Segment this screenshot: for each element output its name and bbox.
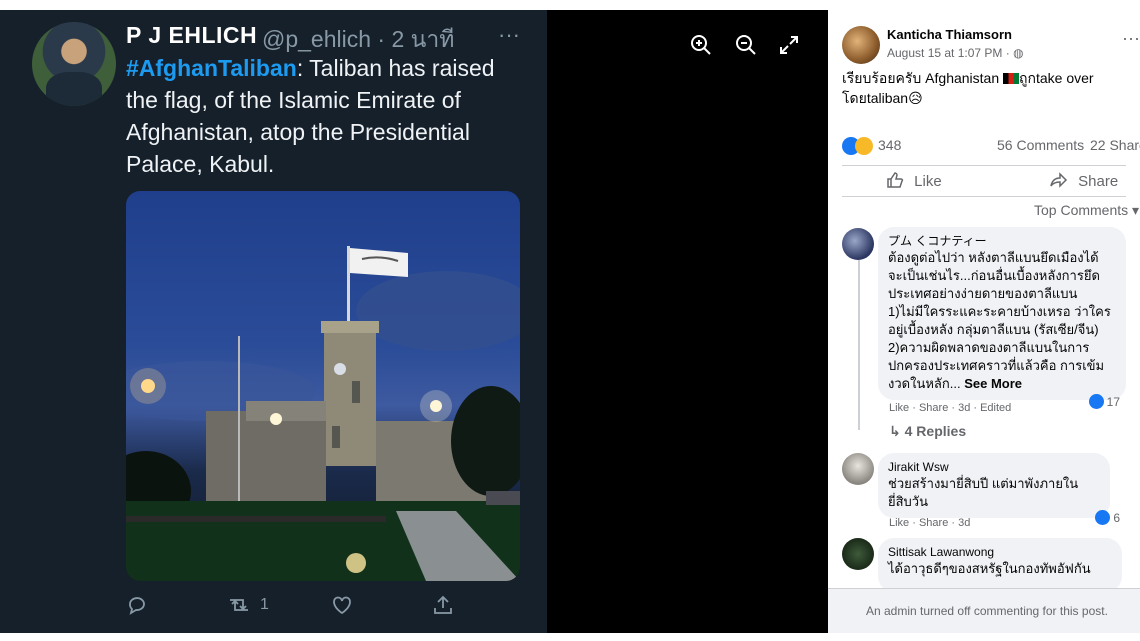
like-badge-icon xyxy=(1088,394,1104,409)
heart-icon[interactable] xyxy=(331,594,353,622)
tweet-action-bar: 1 xyxy=(126,594,466,620)
commenting-disabled-notice: An admin turned off commenting for this … xyxy=(866,604,1108,618)
comment-bubble: Sittisak Lawanwong ได้อาวุธดีๆของสหรัฐใน… xyxy=(878,538,1122,592)
photo-viewer: P J EHLICH @p_ehlich · 2 นาที ··· #Afgha… xyxy=(0,10,828,633)
top-comments-dropdown[interactable]: Top Comments ▾ xyxy=(1034,202,1139,219)
post-author-name[interactable]: Kanticha Thiamsorn xyxy=(887,27,1012,42)
fullscreen-icon[interactable] xyxy=(776,32,802,58)
post-stats: 348 56 Comments 22 Shares xyxy=(842,134,1140,158)
retweet-count: 1 xyxy=(260,596,269,613)
like-badge-icon xyxy=(1095,510,1111,525)
commenter-name[interactable]: Sittisak Lawanwong xyxy=(888,544,1112,560)
comment-bubble: Jirakit Wsw ช่วยสร้างมายี่สิบปี แต่มาพัง… xyxy=(878,453,1110,518)
commenter-avatar[interactable] xyxy=(842,453,874,485)
globe-icon: ◍ xyxy=(1013,46,1024,60)
view-replies-link[interactable]: ↳ 4 Replies xyxy=(889,423,966,440)
tweet-hashtag: #AfghanTaliban xyxy=(126,55,297,81)
retweet-icon[interactable] xyxy=(226,594,252,622)
afghanistan-flag-icon xyxy=(1003,73,1020,84)
tweet-avatar xyxy=(32,22,116,106)
commenter-avatar[interactable] xyxy=(842,228,874,260)
see-more-link[interactable]: See More xyxy=(964,376,1022,391)
thumbs-up-icon xyxy=(887,172,904,188)
tweet-card-image: P J EHLICH @p_ehlich · 2 นาที ··· #Afgha… xyxy=(0,10,547,633)
comment-like-count: 6 xyxy=(1095,510,1120,525)
post-timestamp[interactable]: August 15 at 1:07 PM · ◍ xyxy=(887,46,1024,60)
comment-text: ได้อาวุธดีๆของสหรัฐในกองทัพอัฟกัน xyxy=(888,561,1091,576)
palace-illustration xyxy=(126,246,520,581)
shares-count[interactable]: 22 Shares xyxy=(1090,137,1140,153)
screenshot-frame: P J EHLICH @p_ehlich · 2 นาที ··· #Afgha… xyxy=(0,10,1140,633)
zoom-out-icon[interactable] xyxy=(733,32,759,58)
comment-bubble: プム くコナティー ต้องดูต่อไปว่า หลังตาลีแบนยึดเ… xyxy=(878,227,1126,400)
palace-photo xyxy=(126,191,520,581)
post-side-panel: Kanticha Thiamsorn August 15 at 1:07 PM … xyxy=(828,10,1140,633)
commenter-name[interactable]: プム くコナティー xyxy=(888,233,1116,249)
share-arrow-icon xyxy=(1050,172,1068,188)
tweet-more-icon: ··· xyxy=(498,22,520,47)
commenter-avatar[interactable] xyxy=(842,538,874,570)
comment-text: ช่วยสร้างมายี่สิบปี แต่มาพังภายในยี่สิบว… xyxy=(888,476,1079,509)
share-icon[interactable] xyxy=(432,594,454,622)
reply-icon[interactable] xyxy=(126,594,148,622)
post-author-avatar[interactable] xyxy=(842,26,880,64)
comment-actions[interactable]: Like · Share · 3d · Edited xyxy=(889,402,1011,414)
tweet-author-name: P J EHLICH xyxy=(126,22,258,48)
tweet-text: #AfghanTaliban: Taliban has raised the f… xyxy=(126,55,495,177)
comment-actions[interactable]: Like · Share · 3d xyxy=(889,517,970,529)
share-button[interactable]: Share xyxy=(1050,171,1118,190)
divider xyxy=(842,196,1126,197)
zoom-in-icon[interactable] xyxy=(688,32,714,58)
commenter-name[interactable]: Jirakit Wsw xyxy=(888,459,1100,475)
post-more-icon[interactable]: ··· xyxy=(1122,28,1140,49)
reply-thread-line xyxy=(858,260,860,430)
comments-count[interactable]: 56 Comments xyxy=(997,137,1084,153)
reply-arrow-icon: ↳ xyxy=(889,423,905,439)
comment-text: ต้องดูต่อไปว่า หลังตาลีแบนยึดเมืองได้ จะ… xyxy=(888,250,1111,391)
sad-reaction-icon xyxy=(855,137,873,155)
divider xyxy=(842,165,1126,166)
post-text: เรียบร้อยครับ Afghanistan ถูกtake over โ… xyxy=(842,70,1094,106)
comments-disabled-footer: An admin turned off commenting for this … xyxy=(828,588,1140,633)
comment-like-count: 17 xyxy=(1088,394,1120,409)
like-button[interactable]: Like xyxy=(886,171,942,190)
reaction-count[interactable]: 348 xyxy=(878,137,901,153)
